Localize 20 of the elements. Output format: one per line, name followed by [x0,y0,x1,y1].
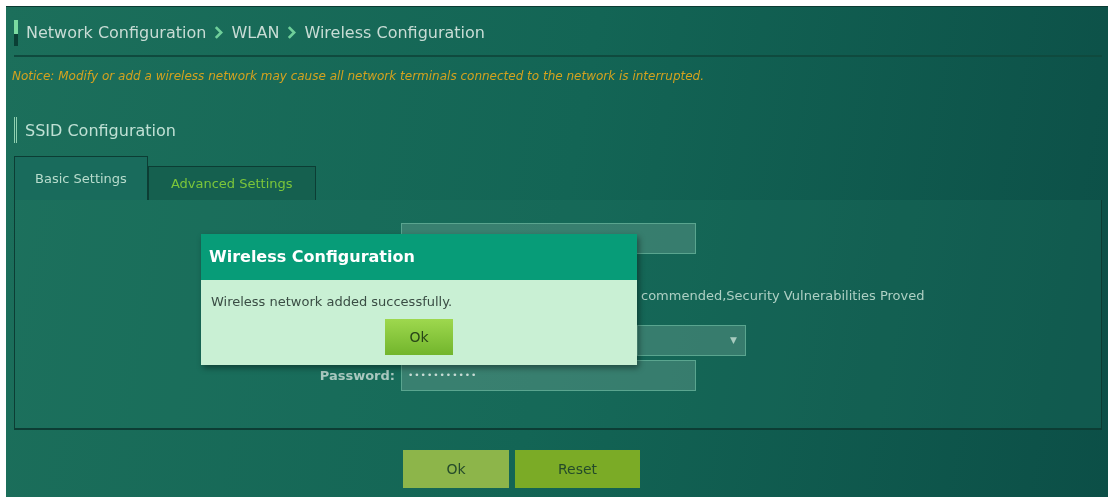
ok-button[interactable]: Ok [403,450,509,488]
tab[interactable]: Basic Settings [14,156,148,200]
dropdown[interactable]: ▼ [637,324,746,356]
tab[interactable]: Advanced Settings [147,166,316,200]
heading-marker-icon [14,117,17,143]
ok-button[interactable]: Ok [385,319,453,355]
section-title: SSID Configuration [25,120,176,140]
breadcrumb-item: Wireless Configuration [304,23,485,42]
breadcrumb-item[interactable]: Network Configuration [26,23,207,42]
reset-button[interactable]: Reset [515,450,640,488]
dialog-message: Wireless network added successfully. [210,293,454,309]
notice-text: Notice: Modify or add a wireless network may cause all network terminals connected to the network is interrupted. [12,69,706,83]
password-label: Password: [319,368,396,383]
caret-icon: ▼ [730,335,737,345]
breadcrumb-item[interactable]: WLAN [231,23,280,42]
chevron-right-icon [214,26,224,39]
chevron-right-icon [287,26,297,39]
heading-marker-icon [14,19,18,46]
dialog-title: Wireless Configuration [201,234,637,280]
security-note: commended,Security Vulnerabilities Proved [641,288,925,303]
